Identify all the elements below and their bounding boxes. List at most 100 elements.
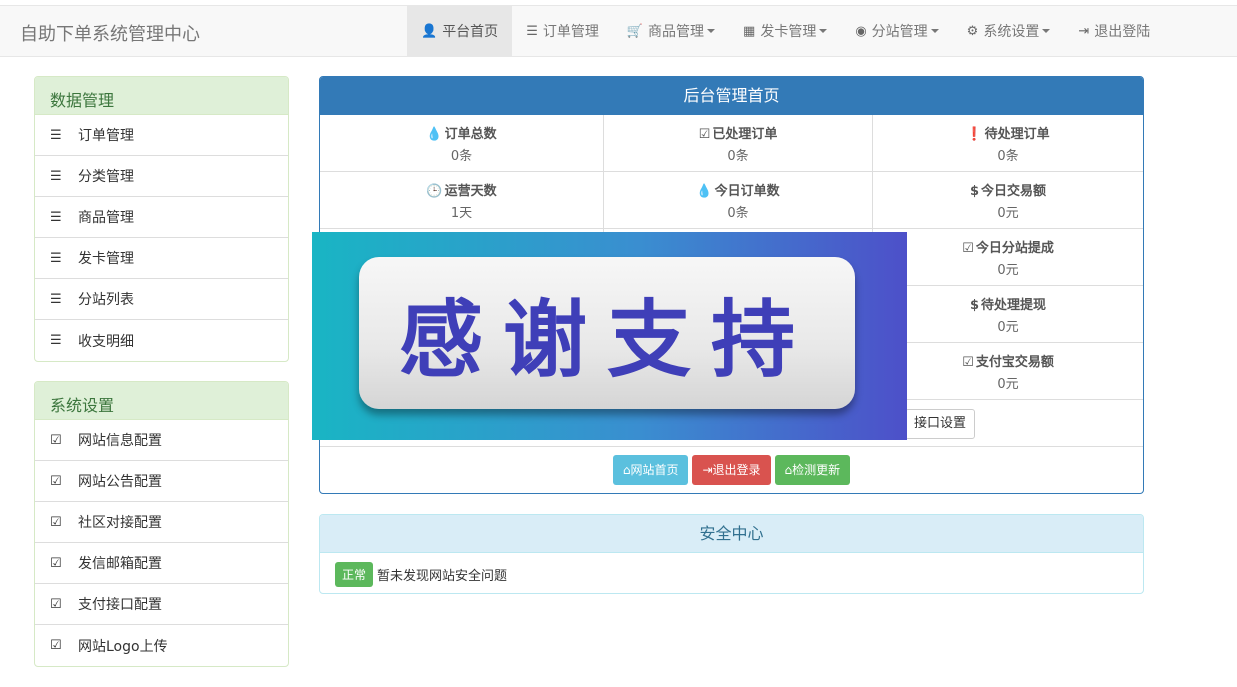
system-settings-panel: 系统设置 ☑ 网站信息配置 ☑ 网站公告配置 ☑ 社区对接配置 ☑ 发信邮箱配置 ☑ 支付… <box>34 381 289 667</box>
status-badge: 正常 <box>335 562 374 587</box>
list-icon: ☰ <box>50 250 62 266</box>
edit-icon: ☑ <box>50 555 62 571</box>
nav-label: 分站管理 <box>871 24 928 40</box>
side-item-label: 商品管理 <box>78 210 134 226</box>
check-square-icon: ☑ <box>698 127 711 142</box>
side-item-goods[interactable]: ☰ 商品管理 <box>35 197 288 238</box>
nav-item-home[interactable]: 👤 平台首页 <box>407 6 513 56</box>
edit-icon: ☑ <box>50 473 62 489</box>
main-nav: 👤 平台首页 ☰ 订单管理 🛒 商品管理 ▦ 发卡管理 ◉ 分站管理 ⚙ 系统设… <box>407 6 1164 56</box>
stat-cell: ☑ 支付宝交易额 0元 <box>873 343 1143 400</box>
check-square-icon: ☑ <box>962 355 974 370</box>
side-item-ledger[interactable]: ☰ 收支明细 <box>35 320 288 361</box>
side-item-cards[interactable]: ☰ 发卡管理 <box>35 238 288 279</box>
side-item-label: 订单管理 <box>78 128 134 144</box>
panel-title: 安全中心 <box>320 515 1143 553</box>
stat-label: 💧 订单总数 <box>320 123 603 142</box>
nav-item-substations[interactable]: ◉ 分站管理 <box>841 6 952 56</box>
dollar-icon: $ <box>969 184 980 199</box>
side-item-logo[interactable]: ☑ 网站Logo上传 <box>35 625 288 666</box>
action-buttons: ⌂网站首页 ⇥退出登录 ⌂检测更新 <box>320 447 1143 493</box>
list-icon: ☰ <box>50 168 62 184</box>
check-square-icon: ☑ <box>962 241 974 256</box>
banner-text: 感谢支持 <box>398 289 815 389</box>
security-center-panel: 安全中心 正常 暂未发现网站安全问题 <box>319 514 1144 594</box>
nav-item-goods[interactable]: 🛒 商品管理 <box>613 6 729 56</box>
list-icon: ☰ <box>526 23 538 39</box>
edit-icon: ☑ <box>50 432 62 448</box>
stat-cell: ☑ 已处理订单 0条 <box>604 115 873 172</box>
side-item-mail[interactable]: ☑ 发信邮箱配置 <box>35 543 288 584</box>
side-item-label: 网站Logo上传 <box>78 638 168 655</box>
side-item-label: 社区对接配置 <box>78 515 162 531</box>
check-update-button[interactable]: ⌂检测更新 <box>774 455 851 485</box>
gear-icon: ⚙ <box>966 23 979 39</box>
dollar-icon: $ <box>969 298 980 313</box>
stat-value: 0条 <box>450 149 473 164</box>
stat-label-text: 待处理提现 <box>981 298 1047 313</box>
panel-title: 后台管理首页 <box>320 77 1143 115</box>
side-item-label: 分站列表 <box>78 292 134 308</box>
chevron-down-icon <box>1042 29 1051 33</box>
side-item-site-info[interactable]: ☑ 网站信息配置 <box>35 420 288 461</box>
stat-label-text: 订单总数 <box>444 127 497 142</box>
nav-item-orders[interactable]: ☰ 订单管理 <box>512 6 613 56</box>
side-item-label: 分类管理 <box>78 169 134 185</box>
chevron-down-icon <box>707 29 716 33</box>
logout-icon: ⇥ <box>1078 23 1090 39</box>
side-item-notice[interactable]: ☑ 网站公告配置 <box>35 461 288 502</box>
stat-cell: 💧 订单总数 0条 <box>320 115 604 172</box>
side-item-substations[interactable]: ☰ 分站列表 <box>35 279 288 320</box>
stat-label-text: 支付宝交易额 <box>975 355 1054 370</box>
brand-title[interactable]: 自助下单系统管理中心 <box>20 20 200 46</box>
nav-item-cards[interactable]: ▦ 发卡管理 <box>729 6 841 56</box>
stat-label-text: 已处理订单 <box>712 127 778 142</box>
stat-label-text: 今日订单数 <box>714 184 780 199</box>
cart-icon: 🛒 <box>626 23 644 39</box>
stat-label-text: 今日分站提成 <box>975 241 1054 256</box>
nav-item-logout[interactable]: ⇥ 退出登陆 <box>1064 6 1164 56</box>
security-message: 暂未发现网站安全问题 <box>377 569 508 584</box>
stat-label: ☑ 支付宝交易额 <box>873 351 1143 370</box>
stat-value: 1天 <box>450 206 473 221</box>
stat-cell: ☑ 今日分站提成 0元 <box>873 229 1143 286</box>
panel-title: 数据管理 <box>35 77 288 115</box>
edit-icon: ☑ <box>50 514 62 530</box>
side-item-label: 发卡管理 <box>78 251 134 267</box>
stat-label: ❗ 待处理订单 <box>873 123 1143 142</box>
chevron-down-icon <box>819 29 828 33</box>
stat-label: $ 今日交易额 <box>873 180 1143 199</box>
side-item-payment[interactable]: ☑ 支付接口配置 <box>35 584 288 625</box>
side-item-orders[interactable]: ☰ 订单管理 <box>35 115 288 156</box>
stat-value: 0条 <box>727 206 749 221</box>
list-icon: ☰ <box>50 333 62 348</box>
drop-icon: 💧 <box>426 127 443 142</box>
stat-label: $ 待处理提现 <box>873 294 1143 313</box>
side-item-categories[interactable]: ☰ 分类管理 <box>35 156 288 197</box>
stat-label-text: 待处理订单 <box>984 127 1050 142</box>
stat-cell: 🕒 运营天数 1天 <box>320 172 604 229</box>
interface-settings-button[interactable]: 接口设置 <box>905 409 976 439</box>
stat-label-text: 运营天数 <box>444 184 497 199</box>
stat-label: ☑ 已处理订单 <box>604 123 872 142</box>
stat-value: 0元 <box>997 206 1019 221</box>
site-home-button[interactable]: ⌂网站首页 <box>612 455 689 485</box>
nav-label: 平台首页 <box>442 24 499 40</box>
nav-label: 商品管理 <box>648 24 705 40</box>
edit-icon: ☑ <box>50 638 62 653</box>
stat-value: 0条 <box>727 149 749 164</box>
security-body: 正常 暂未发现网站安全问题 <box>320 553 1143 593</box>
side-item-community[interactable]: ☑ 社区对接配置 <box>35 502 288 543</box>
stat-label: ☑ 今日分站提成 <box>873 237 1143 256</box>
stat-cell: $ 待处理提现 0元 <box>873 286 1143 343</box>
edit-icon: ☑ <box>50 596 62 612</box>
globe-icon: ◉ <box>855 23 867 39</box>
stat-label: 💧 今日订单数 <box>604 180 872 199</box>
nav-item-settings[interactable]: ⚙ 系统设置 <box>953 6 1065 56</box>
data-management-panel: 数据管理 ☰ 订单管理 ☰ 分类管理 ☰ 商品管理 ☰ 发卡管理 ☰ 分站列表 ☰ 收支明细 <box>34 76 289 362</box>
user-icon: 👤 <box>421 23 438 39</box>
nav-label: 发卡管理 <box>760 24 817 40</box>
home-icon: ⌂ <box>784 463 793 477</box>
logout-button[interactable]: ⇥退出登录 <box>692 455 771 485</box>
grid-icon: ▦ <box>743 23 756 39</box>
